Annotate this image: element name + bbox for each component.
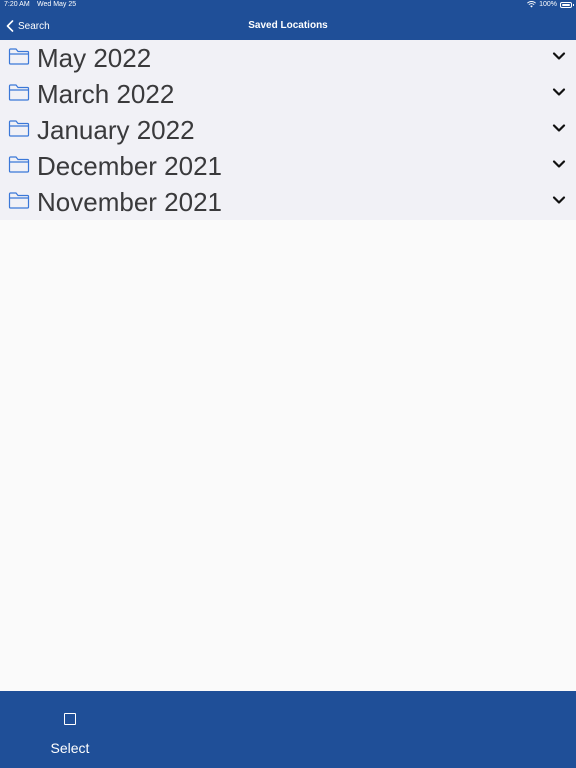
empty-content-area bbox=[0, 220, 576, 691]
chevron-down-icon[interactable] bbox=[552, 195, 566, 205]
folder-label: May 2022 bbox=[37, 43, 152, 73]
status-date: Wed May 25 bbox=[37, 1, 77, 8]
folder-label: March 2022 bbox=[37, 79, 175, 109]
folder-label: January 2022 bbox=[37, 115, 195, 145]
status-bar: 7:20 AM Wed May 25 100% bbox=[0, 0, 576, 12]
bottom-toolbar: Select bbox=[0, 691, 576, 768]
folder-label: November 2021 bbox=[37, 187, 222, 217]
folder-row[interactable]: March 2022 bbox=[0, 76, 576, 112]
folder-icon bbox=[8, 84, 30, 101]
select-button-label: Select bbox=[50, 740, 90, 756]
status-time: 7:20 AM bbox=[4, 1, 30, 8]
wifi-icon bbox=[527, 1, 537, 8]
folder-row[interactable]: May 2022 bbox=[0, 40, 576, 76]
chevron-down-icon[interactable] bbox=[552, 123, 566, 133]
folder-row[interactable]: November 2021 bbox=[0, 184, 576, 220]
folder-label: December 2021 bbox=[37, 151, 222, 181]
battery-icon bbox=[560, 1, 574, 8]
status-indicators: 100% bbox=[527, 1, 574, 8]
select-button[interactable]: Select bbox=[40, 709, 100, 761]
chevron-down-icon[interactable] bbox=[552, 159, 566, 169]
checkbox-icon bbox=[64, 713, 76, 725]
battery-percent: 100% bbox=[539, 1, 557, 8]
page-title: Saved Locations bbox=[248, 20, 328, 31]
folder-row[interactable]: December 2021 bbox=[0, 148, 576, 184]
folder-icon bbox=[8, 48, 30, 65]
chevron-down-icon[interactable] bbox=[552, 51, 566, 61]
folder-icon bbox=[8, 120, 30, 137]
chevron-down-icon[interactable] bbox=[552, 87, 566, 97]
navigation-bar: Search Saved Locations bbox=[0, 12, 576, 40]
folder-row[interactable]: January 2022 bbox=[0, 112, 576, 148]
folder-icon bbox=[8, 192, 30, 209]
folder-icon bbox=[8, 156, 30, 173]
folder-list: May 2022 March 2022 January 2022 Decembe… bbox=[0, 40, 576, 220]
